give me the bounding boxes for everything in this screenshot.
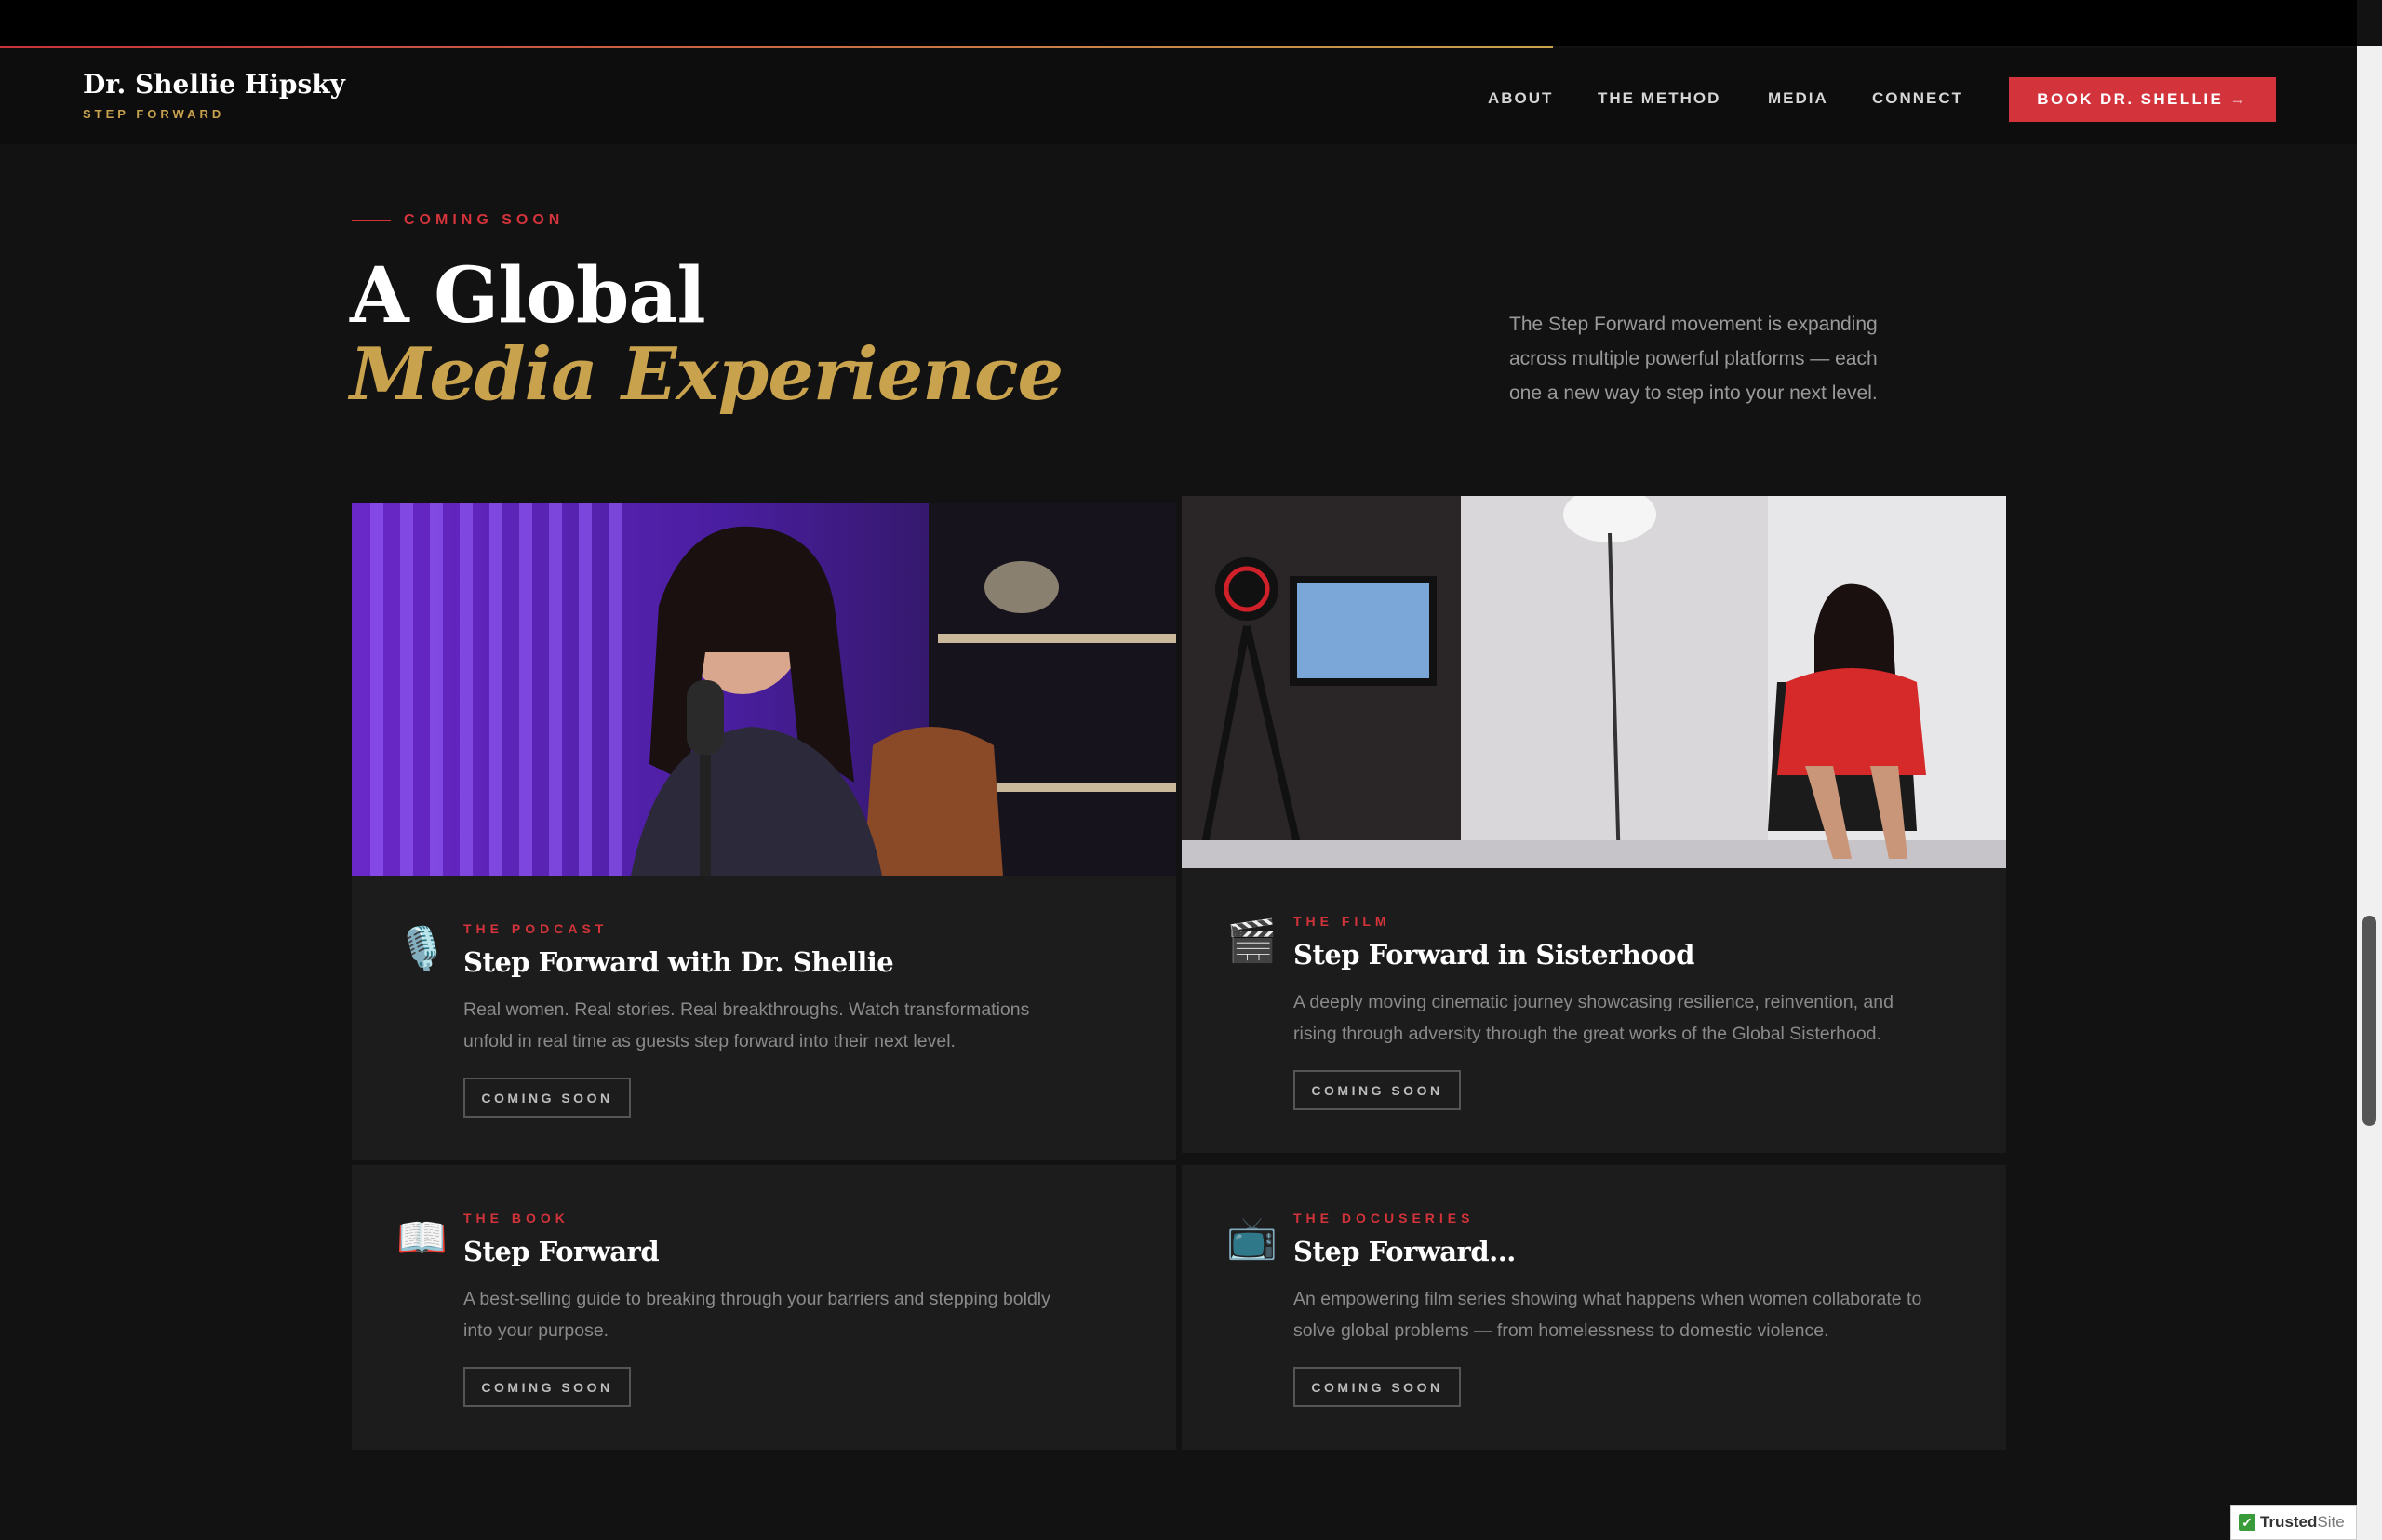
nav-link-the-method[interactable]: THE METHOD [1598,89,1720,108]
section-eyebrow: COMING SOON [404,212,565,228]
page-scrollbar[interactable] [2357,46,2382,1540]
badge-suffix: Site [2317,1513,2345,1531]
coming-soon-button[interactable]: COMING SOON [1293,1070,1461,1110]
badge-brand: Trusted [2260,1513,2318,1531]
card-label: THE DOCUSERIES [1293,1211,1475,1225]
coming-soon-button[interactable]: COMING SOON [1293,1367,1461,1407]
media-card-book: 📖 THE BOOK Step Forward A best-selling g… [352,1165,1176,1450]
media-card-docuseries: 📺 THE DOCUSERIES Step Forward... An empo… [1182,1165,2006,1450]
card-description: Real women. Real stories. Real breakthro… [463,999,1030,1051]
open-book-icon: 📖 [396,1215,448,1261]
card-description: A best-selling guide to breaking through… [463,1289,1050,1341]
browser-top-bar [0,0,2357,46]
clapperboard-icon: 🎬 [1226,918,1278,964]
trustedsite-badge[interactable]: ✓ Trusted Site [2230,1505,2357,1540]
card-title: Step Forward... [1293,1236,1516,1267]
podcast-photo [352,503,1176,876]
film-photo [1182,496,2006,868]
section-title-line2: Media Experience [350,332,1064,417]
book-button[interactable]: BOOK DR. SHELLIE → [2009,77,2276,122]
nav-link-media[interactable]: MEDIA [1768,89,1828,108]
eyebrow-line [352,220,391,221]
card-description: A deeply moving cinematic journey showca… [1293,992,1894,1044]
microphone-icon: 🎙️ [396,926,448,971]
card-label: THE FILM [1293,914,1391,929]
nav-link-connect[interactable]: CONNECT [1872,89,1963,108]
card-title: Step Forward with Dr. Shellie [463,946,894,978]
site-header: Dr. Shellie Hipsky STEP FORWARD ABOUT TH… [0,48,2357,144]
logo-name[interactable]: Dr. Shellie Hipsky [83,69,345,100]
logo-tagline: STEP FORWARD [83,107,225,121]
card-title: Step Forward in Sisterhood [1293,939,1694,971]
card-description: An empowering film series showing what h… [1293,1289,1922,1341]
card-label: THE BOOK [463,1211,569,1225]
coming-soon-button[interactable]: COMING SOON [463,1078,631,1118]
television-icon: 📺 [1226,1215,1278,1261]
scrollbar-thumb[interactable] [2362,916,2376,1126]
section-title-line1: A Global [350,251,706,341]
nav-link-about[interactable]: ABOUT [1488,89,1553,108]
card-label: THE PODCAST [463,921,609,936]
media-card-podcast: 🎙️ THE PODCAST Step Forward with Dr. She… [352,503,1176,1160]
checkmark-icon: ✓ [2239,1514,2255,1531]
coming-soon-button[interactable]: COMING SOON [463,1367,631,1407]
media-card-film: 🎬 THE FILM Step Forward in Sisterhood A … [1182,496,2006,1153]
card-title: Step Forward [463,1236,660,1267]
section-intro: The Step Forward movement is expanding a… [1509,314,1878,404]
